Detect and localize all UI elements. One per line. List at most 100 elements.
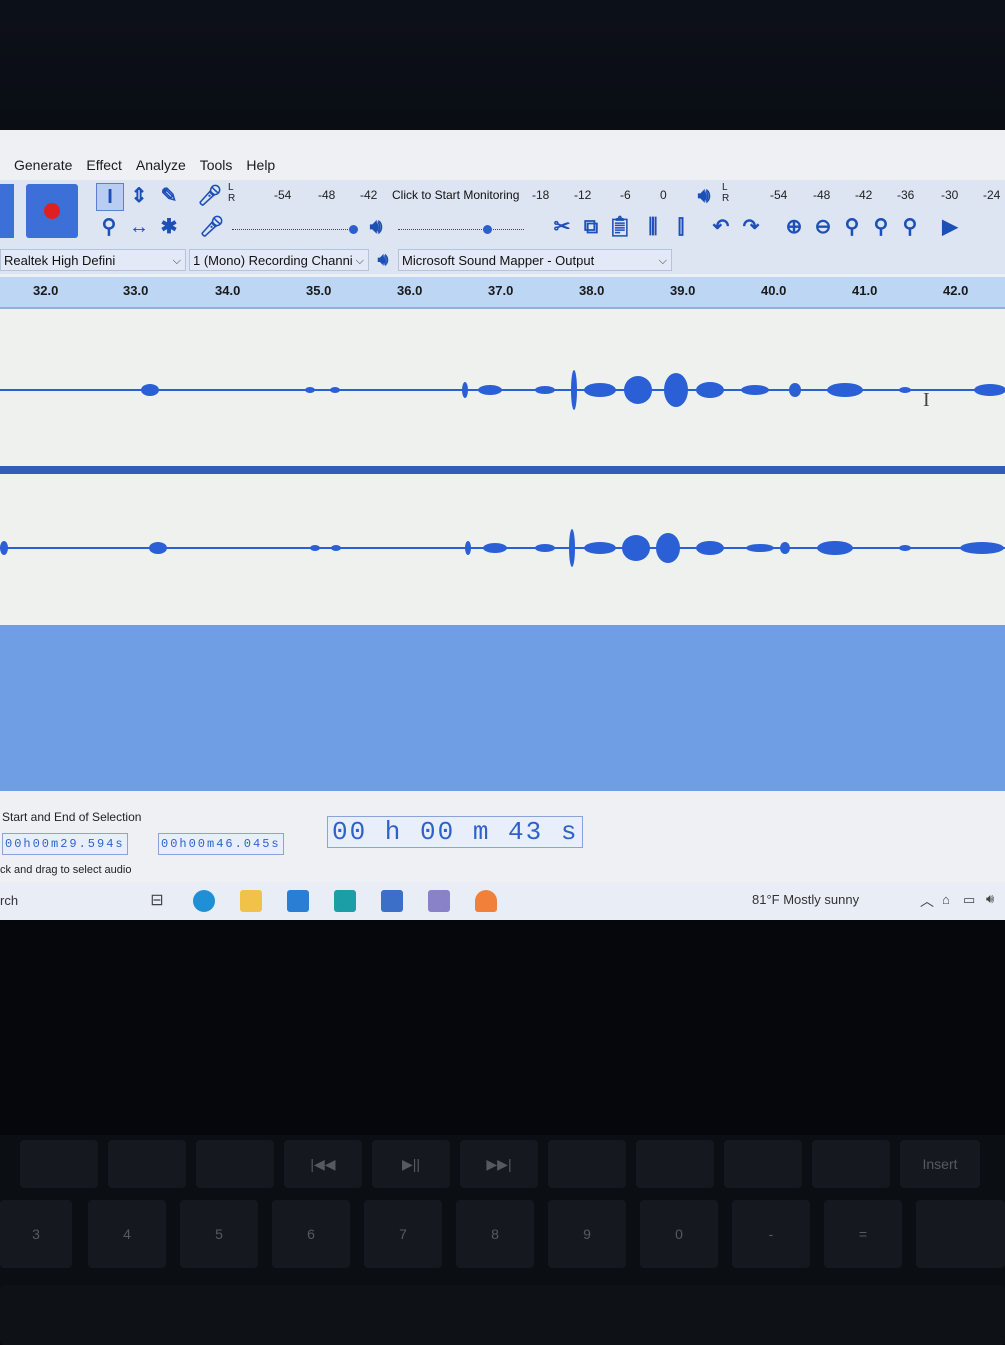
menu-analyze[interactable]: Analyze bbox=[129, 154, 193, 176]
mail-icon[interactable] bbox=[287, 890, 309, 912]
audio-position-time[interactable]: 00 h 00 m 43 s bbox=[327, 816, 584, 848]
recording-volume-knob[interactable] bbox=[349, 225, 358, 234]
task-view-icon[interactable]: ⊟ bbox=[146, 890, 168, 912]
audacity-icon[interactable] bbox=[475, 890, 497, 912]
envelope-tool-icon[interactable]: ⇕ bbox=[126, 183, 152, 209]
device-toolbar: Realtek High Defini ⌵ 1 (Mono) Recording … bbox=[0, 246, 1005, 274]
volume-icon[interactable]: 🔊︎ bbox=[986, 891, 994, 907]
playback-volume-knob[interactable] bbox=[483, 225, 492, 234]
play-at-speed-icon[interactable]: ▶ bbox=[937, 214, 963, 240]
recording-volume-slider[interactable] bbox=[232, 229, 358, 232]
zoom-toggle-icon[interactable]: ⚲ bbox=[897, 214, 923, 240]
keyboard-key: - bbox=[732, 1200, 810, 1268]
channel-l-label: L bbox=[722, 182, 728, 193]
undo-icon[interactable]: ↶ bbox=[708, 214, 734, 240]
track-separator bbox=[0, 466, 1005, 474]
fit-project-icon[interactable]: ⚲ bbox=[868, 214, 894, 240]
rec-tick: -54 bbox=[274, 188, 292, 202]
selection-mode-label[interactable]: Start and End of Selection bbox=[2, 810, 141, 824]
network-icon[interactable]: ⌂ bbox=[942, 892, 950, 907]
ruler-label: 32.0 bbox=[33, 283, 59, 298]
timeline-ruler[interactable]: 32.0 33.0 34.0 35.0 36.0 37.0 38.0 39.0 … bbox=[0, 277, 1005, 309]
battery-icon[interactable]: ▭ bbox=[963, 892, 975, 908]
cut-icon[interactable]: ✂ bbox=[549, 214, 575, 240]
timeshift-tool-icon[interactable]: ↔ bbox=[126, 214, 152, 240]
search-box-partial[interactable]: rch bbox=[0, 893, 18, 908]
play-button-partial[interactable] bbox=[0, 184, 14, 238]
menu-effect[interactable]: Effect bbox=[79, 154, 129, 176]
store-icon[interactable] bbox=[334, 890, 356, 912]
waveform-1[interactable]: I bbox=[0, 312, 1005, 466]
app-icon-2[interactable] bbox=[428, 890, 450, 912]
record-button[interactable] bbox=[26, 184, 78, 238]
channel-r-label: R bbox=[228, 193, 236, 204]
ruler-label: 39.0 bbox=[670, 283, 696, 298]
channels-value: 1 (Mono) Recording Channi bbox=[193, 253, 353, 268]
laptop-keyboard: |◀◀ ▶|| ▶▶| Insert 3 4 5 6 7 8 9 0 - = bbox=[0, 1135, 1005, 1345]
multi-tool-icon[interactable]: ✱ bbox=[156, 214, 182, 240]
keyboard-key bbox=[108, 1140, 186, 1188]
rec-tick: -6 bbox=[620, 188, 631, 202]
keyboard-key: 0 bbox=[640, 1200, 718, 1268]
silence-icon[interactable]: ⫿ bbox=[668, 214, 694, 240]
playback-volume-slider[interactable] bbox=[398, 229, 524, 232]
record-meter[interactable]: -54 -48 -42 Click to Start Monitoring -1… bbox=[240, 188, 680, 204]
windows-taskbar: rch ⊟ 81°F Mostly sunny ︿ ⌂ ▭ 🔊︎ bbox=[0, 882, 1005, 920]
menu-bar: Generate Effect Analyze Tools Help bbox=[0, 154, 1005, 176]
file-explorer-icon[interactable] bbox=[240, 890, 262, 912]
recording-volume-icon: 🎤︎ bbox=[199, 216, 225, 238]
ruler-label: 41.0 bbox=[852, 283, 878, 298]
rec-tick: -12 bbox=[574, 188, 592, 202]
play-tick: -30 bbox=[941, 188, 959, 202]
start-monitoring-label[interactable]: Click to Start Monitoring bbox=[392, 188, 519, 202]
app-icon[interactable] bbox=[381, 890, 403, 912]
input-device-select[interactable]: Realtek High Defini ⌵ bbox=[0, 249, 186, 271]
weather-widget[interactable]: 81°F Mostly sunny bbox=[752, 892, 859, 907]
playback-meter[interactable]: -54 -48 -42 -36 -30 -24 bbox=[735, 188, 1005, 204]
keyboard-key: = bbox=[824, 1200, 902, 1268]
selected-empty-area[interactable] bbox=[0, 625, 1005, 791]
selection-end-time[interactable]: 00h00m46.045s bbox=[158, 833, 284, 855]
menu-generate[interactable]: Generate bbox=[0, 154, 79, 176]
menu-help[interactable]: Help bbox=[239, 154, 282, 176]
selection-tool-icon[interactable]: I bbox=[96, 183, 124, 211]
audio-track-1[interactable]: I bbox=[0, 312, 1005, 466]
svg-text:I: I bbox=[923, 389, 930, 411]
edge-icon[interactable] bbox=[193, 890, 215, 912]
paste-icon[interactable]: 📋︎ bbox=[607, 214, 633, 240]
laptop-bezel bbox=[0, 0, 1005, 130]
trim-icon[interactable]: ⫼ bbox=[640, 214, 666, 240]
keyboard-key bbox=[812, 1140, 890, 1188]
ruler-label: 36.0 bbox=[397, 283, 423, 298]
playback-volume-icon: 🔊︎ bbox=[369, 216, 383, 238]
keyboard-key bbox=[916, 1200, 1005, 1268]
ruler-label: 34.0 bbox=[215, 283, 241, 298]
keyboard-key: 7 bbox=[364, 1200, 442, 1268]
chevron-up-icon[interactable]: ︿ bbox=[920, 891, 934, 911]
speaker-icon[interactable]: 🔊︎ bbox=[691, 183, 717, 209]
selection-start-time[interactable]: 00h00m29.594s bbox=[2, 833, 128, 855]
waveform-2[interactable] bbox=[0, 474, 1005, 624]
chevron-down-icon: ⌵ bbox=[658, 255, 667, 267]
keyboard-key: 8 bbox=[456, 1200, 534, 1268]
record-meter-channels: L R bbox=[228, 182, 235, 204]
ruler-label: 33.0 bbox=[123, 283, 149, 298]
rec-tick: -48 bbox=[318, 188, 336, 202]
redo-icon[interactable]: ↷ bbox=[738, 214, 764, 240]
zoom-tool-icon[interactable]: ⚲ bbox=[96, 214, 122, 240]
output-device-select[interactable]: Microsoft Sound Mapper - Output ⌵ bbox=[398, 249, 672, 271]
copy-icon[interactable]: ⧉ bbox=[578, 214, 604, 240]
draw-tool-icon[interactable]: ✎ bbox=[156, 183, 182, 209]
microphone-icon[interactable]: 🎤︎ bbox=[197, 183, 223, 209]
zoom-in-icon[interactable]: ⊕ bbox=[781, 214, 807, 240]
audio-track-2[interactable] bbox=[0, 474, 1005, 624]
playback-meter-channels: L R bbox=[722, 182, 729, 204]
fit-selection-icon[interactable]: ⚲ bbox=[839, 214, 865, 240]
keyboard-key: 9 bbox=[548, 1200, 626, 1268]
ruler-label: 40.0 bbox=[761, 283, 787, 298]
keyboard-key: 6 bbox=[272, 1200, 350, 1268]
insert-key: Insert bbox=[900, 1140, 980, 1188]
menu-tools[interactable]: Tools bbox=[193, 154, 240, 176]
channels-select[interactable]: 1 (Mono) Recording Channi ⌵ bbox=[189, 249, 369, 271]
zoom-out-icon[interactable]: ⊖ bbox=[810, 214, 836, 240]
